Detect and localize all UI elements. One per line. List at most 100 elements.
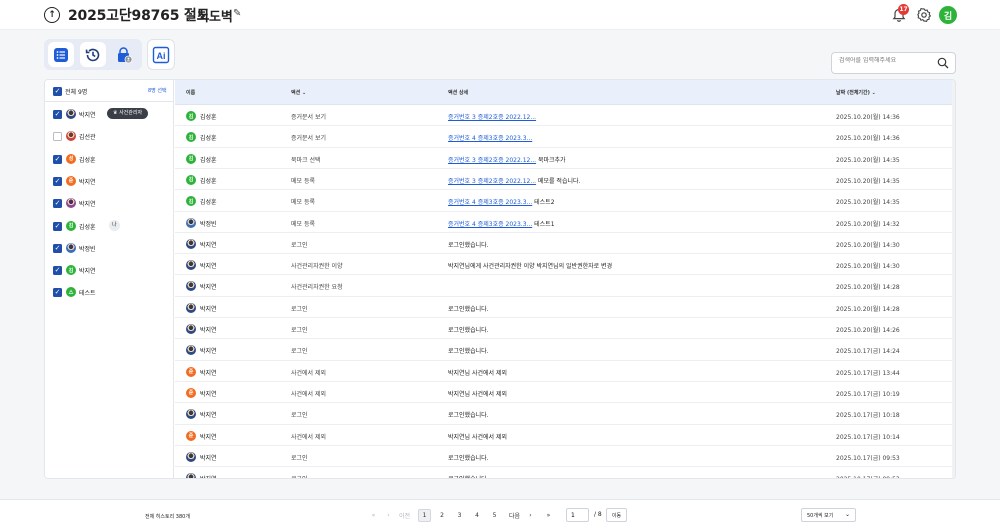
row-user-name: 김성훈 <box>200 156 217 164</box>
edit-icon[interactable]: ✎ <box>233 8 241 19</box>
row-user-name: 박지연 <box>200 454 217 462</box>
member-checkbox[interactable]: ✓ <box>53 221 62 231</box>
member-checkbox[interactable]: ✓ <box>53 243 62 253</box>
row-action: 사건에서 제외 <box>291 369 327 377</box>
next-page-button[interactable]: 다음 <box>508 509 521 522</box>
row-user-name: 박지연 <box>200 474 217 478</box>
member-name: 박지연 <box>79 201 96 209</box>
pagination-footer: 전체 히스토리 380개 « ‹ 이전 12345 다음 › » / 8 이동 … <box>0 499 1000 529</box>
page-number-button[interactable]: 1 <box>418 509 431 522</box>
page-number-input[interactable] <box>566 508 589 522</box>
user-avatar[interactable]: 김 <box>939 6 957 24</box>
select-all-label: 전체 9명 <box>65 89 88 96</box>
evidence-link[interactable]: 증거번호 4 증제3호증 2023.3... <box>448 135 532 142</box>
member-filter-item[interactable]: ✓ 박정빈 <box>45 237 174 259</box>
member-checkbox[interactable]: ✓ <box>53 176 62 186</box>
back-arrow-icon[interactable]: ↑ <box>44 7 60 23</box>
notification-badge: 17 <box>898 4 909 15</box>
evidence-link[interactable]: 증거번호 3 증제2호증 2022.12... <box>448 157 536 164</box>
select-all-checkbox[interactable]: ✓ <box>53 87 62 96</box>
member-filter-item[interactable]: ✓ 김 박지연 <box>45 259 174 281</box>
detail-text: 테스트2 <box>532 199 555 207</box>
me-badge: 나 <box>109 219 120 231</box>
row-date: 2025.10.20(월) 14:35 <box>836 177 900 185</box>
app-header: ↑ 2025고단98765 절도 최도벽 ✎ 17 김 <box>0 0 1000 30</box>
evidence-link[interactable]: 증거번호 4 증제3호증 2023.3... <box>448 221 532 228</box>
ai-button[interactable]: Ai <box>147 39 175 70</box>
row-action: 증거문서 보기 <box>291 135 327 143</box>
row-detail: 로그인했습니다. <box>448 454 489 462</box>
avatar-photo <box>186 473 196 478</box>
row-date: 2025.10.20(월) 14:36 <box>836 114 900 121</box>
page-number-button[interactable]: 3 <box>453 509 466 522</box>
ai-icon: Ai <box>152 46 170 63</box>
avatar: 김 <box>66 220 76 231</box>
row-date: 2025.10.20(월) 14:30 <box>836 241 900 249</box>
evidence-link[interactable]: 증거번호 3 증제2호증 2022.12... <box>448 178 536 185</box>
member-filter-item[interactable]: ✓ 성 김성훈 <box>45 148 174 170</box>
member-checkbox[interactable]: ✓ <box>53 288 62 298</box>
chevron-down-icon: ⌄ <box>844 511 850 518</box>
title-divider <box>189 8 190 21</box>
table-scrollbar[interactable] <box>952 80 955 478</box>
member-name: 테스트 <box>79 290 96 298</box>
history-table: 이름 액션 ⌄ 액션 상세 날짜 (전체기간) ⌄ 김 김성훈 증거문서 보기 증거번… <box>175 80 955 478</box>
row-user-name: 박지연 <box>200 412 217 420</box>
evidence-link[interactable]: 증거번호 4 증제3호증 2023.3... <box>448 199 532 206</box>
member-checkbox[interactable]: ✓ <box>53 266 62 276</box>
column-action-header[interactable]: 액션 ⌄ <box>291 89 306 96</box>
member-filter-item[interactable]: ✓ 박지연 <box>45 192 174 214</box>
member-name: 김성훈 <box>79 223 96 231</box>
member-name: 박지연 <box>79 268 96 276</box>
evidence-link[interactable]: 증거번호 3 증제2호증 2022.12... <box>448 114 536 121</box>
member-checkbox[interactable]: ✓ <box>53 110 62 119</box>
page-number-button[interactable]: 4 <box>471 509 484 522</box>
table-row: 준 박지연 사건에서 제외 박지연님 사건에서 제외 2025.10.17(금) 10:… <box>175 382 955 404</box>
row-user-name: 박지연 <box>200 284 217 292</box>
selected-count-link[interactable]: 8명 선택 <box>148 87 167 94</box>
gear-icon[interactable] <box>916 7 932 23</box>
member-filter-item[interactable]: 김선관 <box>45 125 174 147</box>
row-action: 사건에서 제외 <box>291 390 327 398</box>
row-date: 2025.10.17(금) 13:44 <box>836 369 900 377</box>
permission-view-button[interactable] <box>111 42 137 67</box>
row-detail: 박지연님 사건에서 제외 <box>448 433 508 441</box>
go-button[interactable]: 이동 <box>606 508 627 522</box>
member-filter-item[interactable]: ✓ 준 박지연 <box>45 170 174 192</box>
chevron-down-icon: ⌄ <box>301 90 307 96</box>
avatar-photo <box>186 409 196 420</box>
history-view-button[interactable] <box>80 42 106 67</box>
prev-arrow-button[interactable]: ‹ <box>382 509 395 522</box>
per-page-select[interactable]: 50개씩 보기 ⌄ <box>801 508 856 522</box>
avatar-photo <box>186 281 196 292</box>
row-detail: 박지연님 사건에서 제외 <box>448 390 508 398</box>
row-user-name: 김성훈 <box>200 177 217 185</box>
avatar-photo <box>66 198 76 209</box>
list-view-button[interactable] <box>48 42 74 67</box>
next-arrow-button[interactable]: › <box>524 509 537 522</box>
table-row: 준 박지연 사건에서 제외 박지연님 사건에서 제외 2025.10.17(금) 13:… <box>175 361 955 382</box>
member-filter-item[interactable]: ✓ 김 김성훈 나 <box>45 215 174 237</box>
search-input[interactable] <box>839 57 935 64</box>
avatar: 김 <box>186 111 196 121</box>
row-action: 로그인 <box>291 348 308 356</box>
row-date: 2025.10.20(월) 14:28 <box>836 284 900 292</box>
first-page-button[interactable]: « <box>367 509 380 522</box>
row-detail: 로그인했습니다. <box>448 305 489 313</box>
search-icon[interactable] <box>937 57 949 69</box>
avatar-photo <box>186 217 196 228</box>
prev-page-button[interactable]: 이전 <box>398 509 411 522</box>
search-box <box>831 52 956 74</box>
column-date-header[interactable]: 날짜 (전체기간) ⌄ <box>836 89 876 96</box>
member-checkbox[interactable]: ✓ <box>53 199 62 209</box>
row-detail: 로그인했습니다. <box>448 241 489 249</box>
member-filter-item[interactable]: ✓ 박지연 ♛ 사건관리자 <box>45 103 174 125</box>
member-checkbox[interactable] <box>53 132 62 142</box>
member-filter-item[interactable]: ✓ 스 테스트 <box>45 281 174 303</box>
row-detail: 증거번호 4 증제3호증 2023.3... 테스트1 <box>448 219 555 228</box>
member-checkbox[interactable]: ✓ <box>53 154 62 164</box>
last-page-button[interactable]: » <box>542 509 555 522</box>
page-number-button[interactable]: 2 <box>436 509 449 522</box>
row-date: 2025.10.20(월) 14:30 <box>836 263 900 271</box>
page-number-button[interactable]: 5 <box>488 509 501 522</box>
